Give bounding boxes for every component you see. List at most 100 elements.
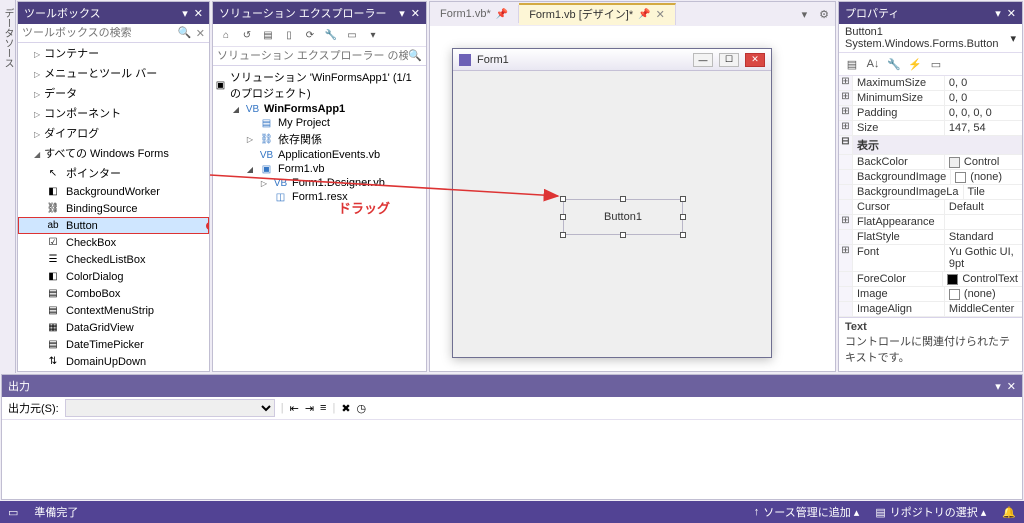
toggle-icon[interactable]: ◷	[357, 402, 367, 415]
window-icon[interactable]: ⚙	[813, 9, 835, 21]
expand-icon[interactable]: ⊞	[839, 76, 853, 90]
property-value[interactable]: MiddleCenter	[945, 302, 1022, 316]
sln-node[interactable]: ▷⛓依存関係	[213, 130, 426, 148]
expand-icon[interactable]: ⊞	[839, 106, 853, 120]
props-object[interactable]: Button1 System.Windows.Forms.Button ▾	[839, 24, 1022, 53]
dropdown-icon[interactable]: ▾	[995, 7, 1001, 20]
property-value[interactable]: 0, 0, 0, 0	[945, 106, 1022, 120]
close-icon[interactable]: ✕	[656, 8, 665, 21]
property-row[interactable]: BackgroundImage(none)	[839, 170, 1022, 185]
toolbox-item[interactable]: ⛓BindingSource	[18, 200, 209, 217]
expand-icon[interactable]	[839, 287, 853, 301]
twist-icon[interactable]: ▷	[259, 179, 269, 188]
property-value[interactable]: (none)	[945, 287, 1022, 301]
property-row[interactable]: ⊞Size147, 54	[839, 121, 1022, 136]
close-icon[interactable]: ✕	[194, 7, 203, 20]
expand-icon[interactable]	[839, 272, 853, 286]
toolbox-item[interactable]: ◧BackgroundWorker	[18, 183, 209, 200]
property-value[interactable]: 0, 0	[945, 76, 1022, 90]
sln-node[interactable]: ◢VBWinFormsApp1	[213, 102, 426, 116]
toolbox-item[interactable]: ☰CheckedListBox	[18, 251, 209, 268]
property-value[interactable]	[945, 215, 1022, 229]
dropdown-icon[interactable]: ▾	[364, 26, 382, 44]
home-icon[interactable]: ⌂	[217, 26, 235, 44]
toolbox-search-input[interactable]	[22, 27, 178, 39]
property-row[interactable]: ⊞FlatAppearance	[839, 215, 1022, 230]
output-body[interactable]	[2, 420, 1022, 499]
toolbox-group[interactable]: すべての Windows Forms	[18, 143, 209, 163]
property-value[interactable]: ControlText	[943, 272, 1022, 286]
property-row[interactable]: BackgroundImageLaTile	[839, 185, 1022, 200]
expand-icon[interactable]	[839, 185, 853, 199]
document-tab[interactable]: Form1.vb [デザイン]*📌✕	[519, 3, 676, 25]
dropdown-icon[interactable]: ▾	[796, 9, 814, 21]
toolbox-item[interactable]: ⇅DomainUpDown	[18, 353, 209, 370]
search-icon[interactable]: 🔍	[178, 26, 192, 40]
toolbox-group[interactable]: コンポーネント	[18, 103, 209, 123]
toolbox-item[interactable]: ◧ColorDialog	[18, 268, 209, 285]
pin-icon[interactable]: 📌	[496, 9, 508, 20]
properties-icon[interactable]: 🔧	[885, 55, 903, 73]
expand-icon[interactable]: ⊞	[839, 91, 853, 105]
designer-button1[interactable]: Button1	[563, 199, 683, 235]
toolbox-item[interactable]: ▦DataGridView	[18, 319, 209, 336]
expand-icon[interactable]: ⊟	[839, 136, 853, 154]
clear-icon[interactable]: ✕	[196, 27, 205, 40]
toolbox-item[interactable]: ⊘ErrorProvider	[18, 370, 209, 371]
property-row[interactable]: CursorDefault	[839, 200, 1022, 215]
sln-node[interactable]: ◢▣Form1.vb	[213, 162, 426, 176]
form-window[interactable]: Form1 — ☐ ✕ Button1	[452, 48, 772, 358]
maximize-button[interactable]: ☐	[719, 53, 739, 67]
expand-icon[interactable]	[839, 200, 853, 214]
wrap-icon[interactable]: ≡	[320, 402, 326, 414]
close-button[interactable]: ✕	[745, 53, 765, 67]
toolbox-item[interactable]: ↖ポインター	[18, 163, 209, 183]
expand-icon[interactable]	[839, 230, 853, 244]
properties-icon[interactable]: 🔧	[322, 26, 340, 44]
dropdown-icon[interactable]: ▾	[1010, 32, 1016, 45]
collapse-icon[interactable]: ▤	[259, 26, 277, 44]
clear-icon[interactable]: ✖	[341, 402, 350, 415]
sln-node[interactable]: ▤My Project	[213, 116, 426, 130]
edge-tab-datasource[interactable]: データソース	[0, 4, 16, 72]
indent-icon[interactable]: ⇤	[290, 402, 299, 415]
dropdown-icon[interactable]: ▾	[182, 7, 188, 20]
toolbox-item[interactable]: ▤ComboBox	[18, 285, 209, 302]
status-repo[interactable]: ▤リポジトリの選択 ▴	[875, 504, 986, 520]
twist-icon[interactable]: ▷	[245, 135, 255, 144]
property-row[interactable]: ⊞MinimumSize0, 0	[839, 91, 1022, 106]
toolbox-item[interactable]: ▤DateTimePicker	[18, 336, 209, 353]
toolbox-group[interactable]: データ	[18, 83, 209, 103]
twist-icon[interactable]: ◢	[231, 105, 241, 114]
expand-icon[interactable]: ⊞	[839, 245, 853, 271]
toolbox-item[interactable]: ☑CheckBox	[18, 234, 209, 251]
outdent-icon[interactable]: ⇥	[305, 402, 314, 415]
property-category[interactable]: ⊟表示	[839, 136, 1022, 155]
dropdown-icon[interactable]: ▾	[399, 7, 405, 20]
design-surface[interactable]: Form1 — ☐ ✕ Button1	[430, 26, 835, 371]
alphabetical-icon[interactable]: A↓	[864, 55, 882, 73]
sln-node[interactable]: VBApplicationEvents.vb	[213, 148, 426, 162]
toolbox-group[interactable]: ダイアログ	[18, 123, 209, 143]
expand-icon[interactable]: ⊞	[839, 215, 853, 229]
property-value[interactable]: Default	[945, 200, 1022, 214]
sln-node[interactable]: ▷VBForm1.Designer.vb	[213, 176, 426, 190]
close-icon[interactable]: ✕	[411, 7, 420, 20]
property-row[interactable]: BackColorControl	[839, 155, 1022, 170]
toolbox-group[interactable]: コンテナー	[18, 43, 209, 63]
minimize-button[interactable]: —	[693, 53, 713, 67]
property-value[interactable]: Tile	[964, 185, 1022, 199]
expand-icon[interactable]	[839, 170, 853, 184]
prop-pages-icon[interactable]: ▭	[927, 55, 945, 73]
property-value[interactable]: 0, 0	[945, 91, 1022, 105]
property-row[interactable]: ⊞Padding0, 0, 0, 0	[839, 106, 1022, 121]
property-row[interactable]: ⊞MaximumSize0, 0	[839, 76, 1022, 91]
property-value[interactable]: Yu Gothic UI, 9pt	[945, 245, 1022, 271]
expand-icon[interactable]	[839, 302, 853, 316]
document-tab[interactable]: Form1.vb*📌	[430, 5, 519, 23]
property-value[interactable]: Control	[945, 155, 1022, 169]
status-source-control[interactable]: ↑ソース管理に追加 ▴	[754, 504, 860, 520]
property-row[interactable]: ImageAlignMiddleCenter	[839, 302, 1022, 317]
expand-icon[interactable]: ⊞	[839, 121, 853, 135]
search-icon[interactable]: 🔍	[408, 49, 422, 63]
